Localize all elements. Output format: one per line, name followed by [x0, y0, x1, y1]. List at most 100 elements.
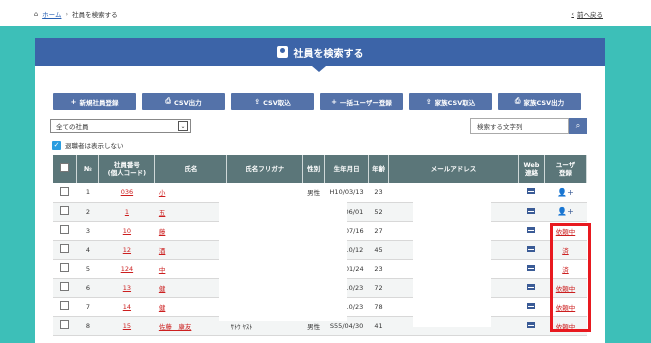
web-contact-cell: [518, 183, 545, 203]
employee-code-link[interactable]: 124: [121, 265, 133, 273]
row-no: 4: [76, 240, 99, 260]
csv-export-button[interactable]: ⎙ CSV出力: [142, 93, 225, 110]
employee-name-link[interactable]: 藤: [159, 228, 166, 236]
mail-icon[interactable]: [527, 321, 536, 328]
web-contact-cell: [518, 316, 545, 336]
name-cell: 五: [154, 202, 227, 222]
table-row: 1 036 小 男性 H10/03/13 23 👤+: [53, 183, 587, 203]
new-employee-button[interactable]: + 新規社員登録: [53, 93, 136, 110]
web-contact-cell: [518, 278, 545, 298]
name-cell: 小: [154, 183, 227, 203]
row-checkbox[interactable]: [60, 282, 70, 291]
row-checkbox[interactable]: [60, 186, 70, 196]
hide-retired-label: 退職者は表示しない: [65, 142, 124, 150]
document-icon: ⎙: [514, 97, 521, 105]
employee-code-cell: 14: [98, 297, 155, 317]
person-plus-icon[interactable]: 👤+: [557, 207, 574, 216]
row-checkbox-cell: [53, 259, 77, 279]
card-header: 社員を検索する: [35, 38, 605, 66]
search-icon: ⌕: [575, 121, 581, 130]
employee-code-cell: 15: [98, 316, 155, 336]
person-card-icon: [276, 46, 288, 58]
row-checkbox[interactable]: [60, 206, 70, 215]
name-cell: 健: [154, 278, 227, 298]
employee-filter-value: 全ての社員: [56, 123, 89, 131]
user-registration-cell: 👤+: [544, 183, 587, 203]
employee-code-link[interactable]: 10: [123, 227, 131, 235]
employee-code-link[interactable]: 13: [123, 284, 131, 292]
row-checkbox[interactable]: [60, 320, 70, 329]
mail-icon[interactable]: [527, 226, 536, 233]
family-csv-export-button[interactable]: ⎙ 家族CSV出力: [498, 93, 581, 110]
hide-retired-option[interactable]: ✓ 退職者は表示しない: [52, 140, 124, 150]
header-web-contact-label: Web 連絡: [523, 160, 540, 177]
row-checkbox[interactable]: [60, 301, 70, 310]
search-button[interactable]: ⌕: [569, 118, 587, 134]
header-no: №: [76, 155, 100, 183]
web-contact-cell: [518, 202, 545, 222]
row-no: 2: [76, 202, 99, 222]
employee-code-link[interactable]: 036: [121, 188, 133, 196]
header-email: メールアドレス: [388, 155, 519, 183]
employee-name-link[interactable]: 五: [159, 209, 166, 217]
mail-icon[interactable]: [527, 188, 536, 195]
back-link[interactable]: ‹ 前へ戻る: [571, 9, 603, 19]
employee-code-link[interactable]: 14: [123, 303, 131, 311]
row-checkbox-cell: [53, 202, 77, 222]
header-user-registration: ユーザ 登録: [544, 155, 588, 183]
employee-code-cell: 1: [98, 202, 155, 222]
row-checkbox-cell: [53, 183, 77, 203]
mail-icon[interactable]: [527, 207, 536, 214]
header-web-contact: Web 連絡: [518, 155, 545, 183]
breadcrumb: ⌂ ホーム › 社員を検索する: [34, 9, 118, 19]
chevron-left-icon: ‹: [571, 10, 574, 18]
toolbar: + 新規社員登録 ⎙ CSV出力 ⇪ CSV取込 + 一括ユーザー登録 ⇪ 家族CSV取込…: [53, 93, 581, 110]
row-checkbox-cell: [53, 278, 77, 298]
person-plus-icon[interactable]: 👤+: [557, 188, 574, 197]
employee-code-link[interactable]: 12: [123, 246, 131, 254]
mail-icon[interactable]: [527, 245, 536, 252]
search-input[interactable]: 検索する文字列: [470, 118, 569, 134]
select-all-header[interactable]: [53, 155, 78, 183]
home-icon: ⌂: [34, 10, 39, 18]
header-birthdate: 生年月日: [324, 155, 370, 183]
employee-code-link[interactable]: 1: [125, 208, 129, 216]
csv-import-button[interactable]: ⇪ CSV取込: [231, 93, 314, 110]
row-checkbox-cell: [53, 221, 77, 241]
mail-icon[interactable]: [527, 283, 536, 290]
employee-filter-select[interactable]: 全ての社員 ⌄: [50, 119, 191, 133]
header-kana: 氏名フリガナ: [226, 155, 304, 183]
employee-code-link[interactable]: 15: [123, 322, 131, 330]
web-contact-cell: [518, 297, 545, 317]
header-employee-code-label: 社員番号 (個人コード): [107, 160, 147, 177]
table-header-row: № 社員番号 (個人コード) 氏名 氏名フリガナ 性別 生年月日 年齢 メールアド…: [53, 155, 588, 183]
row-checkbox[interactable]: [60, 244, 70, 253]
employee-code-cell: 10: [98, 221, 155, 241]
name-cell: 中: [154, 259, 227, 279]
employee-name-link[interactable]: 佐藤 康友: [159, 323, 192, 331]
name-cell: 酒: [154, 240, 227, 260]
web-contact-cell: [518, 221, 545, 241]
mail-icon[interactable]: [527, 302, 536, 309]
name-cell: 藤: [154, 221, 227, 241]
employee-name-link[interactable]: 中: [159, 266, 166, 274]
bulk-user-register-button[interactable]: + 一括ユーザー登録: [320, 93, 403, 110]
breadcrumb-home-link[interactable]: ホーム: [42, 9, 61, 19]
employee-name-link[interactable]: 健: [159, 304, 166, 312]
employee-code-cell: 12: [98, 240, 155, 260]
employee-name-link[interactable]: 酒: [159, 247, 166, 255]
employee-name-link[interactable]: 小: [159, 189, 166, 197]
mail-icon[interactable]: [527, 264, 536, 271]
select-all-checkbox[interactable]: [60, 163, 70, 173]
employee-name-link[interactable]: 健: [159, 285, 166, 293]
user-registration-cell: 👤+: [544, 202, 587, 222]
employee-code-cell: 036: [98, 183, 155, 203]
hide-retired-checkbox[interactable]: ✓: [52, 140, 61, 150]
header-employee-code: 社員番号 (個人コード): [98, 155, 156, 183]
family-csv-export-label: 家族CSV出力: [523, 98, 565, 107]
chevron-down-icon: ⌄: [178, 121, 188, 131]
row-no: 5: [76, 259, 99, 279]
row-checkbox[interactable]: [60, 263, 70, 272]
row-checkbox[interactable]: [60, 225, 70, 234]
family-csv-import-button[interactable]: ⇪ 家族CSV取込: [409, 93, 492, 110]
